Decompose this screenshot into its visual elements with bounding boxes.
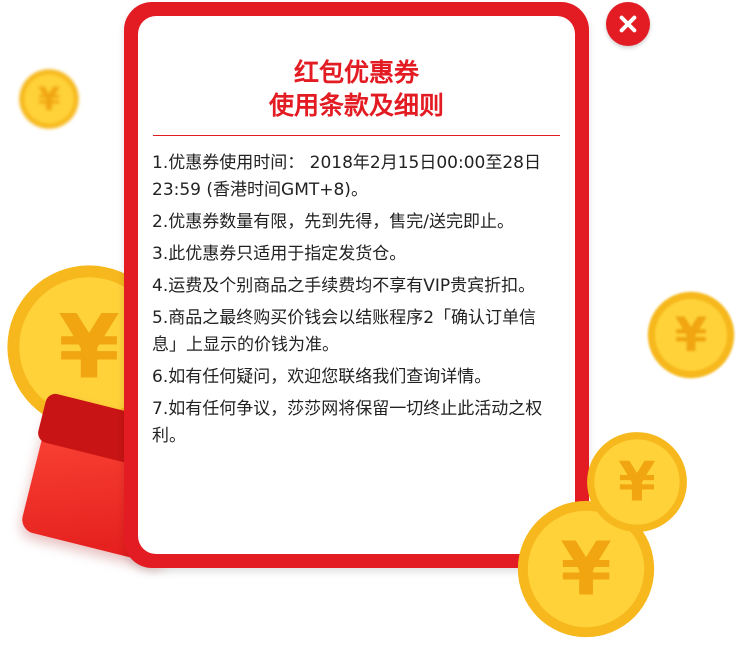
yuan-coin-icon: ¥: [18, 68, 80, 130]
dialog-title-line1: 红包优惠券: [293, 58, 419, 87]
terms-item: 5.商品之最终购买价钱会以结账程序2「确认订单信息」上显示的价钱为准。: [152, 308, 537, 355]
svg-text:¥: ¥: [618, 451, 656, 514]
terms-dialog-body: 红包优惠券 使用条款及细则 1.优惠券使用时间： 2018年2月15日00:00…: [138, 16, 575, 554]
dialog-title: 红包优惠券 使用条款及细则: [138, 56, 575, 122]
svg-text:¥: ¥: [38, 80, 61, 118]
terms-dialog: 红包优惠券 使用条款及细则 1.优惠券使用时间： 2018年2月15日00:00…: [124, 2, 589, 568]
yuan-coin-icon: ¥: [585, 430, 689, 534]
terms-list: 1.优惠券使用时间： 2018年2月15日00:00至28日23:59 (香港时…: [152, 150, 561, 455]
yuan-coin-icon: ¥: [646, 290, 736, 380]
dialog-title-line2: 使用条款及细则: [268, 91, 444, 120]
terms-item: 6.如有任何疑问，欢迎您联络我们查询详情。: [152, 367, 492, 387]
close-icon[interactable]: [606, 2, 650, 46]
title-divider: [153, 135, 560, 136]
terms-item: 7.如有任何争议，莎莎网将保留一切终止此活动之权利。: [152, 399, 543, 446]
terms-item: 2.优惠券数量有限，先到先得，售完/送完即止。: [152, 212, 514, 232]
terms-item: 3.此优惠券只适用于指定发货仓。: [152, 244, 407, 264]
svg-text:¥: ¥: [560, 527, 611, 613]
terms-item: 1.优惠券使用时间： 2018年2月15日00:00至28日23:59 (香港时…: [152, 153, 541, 200]
terms-item: 4.运费及个别商品之手续费均不享有VIP贵宾折扣。: [152, 276, 536, 296]
svg-text:¥: ¥: [58, 296, 120, 399]
svg-text:¥: ¥: [675, 309, 708, 363]
